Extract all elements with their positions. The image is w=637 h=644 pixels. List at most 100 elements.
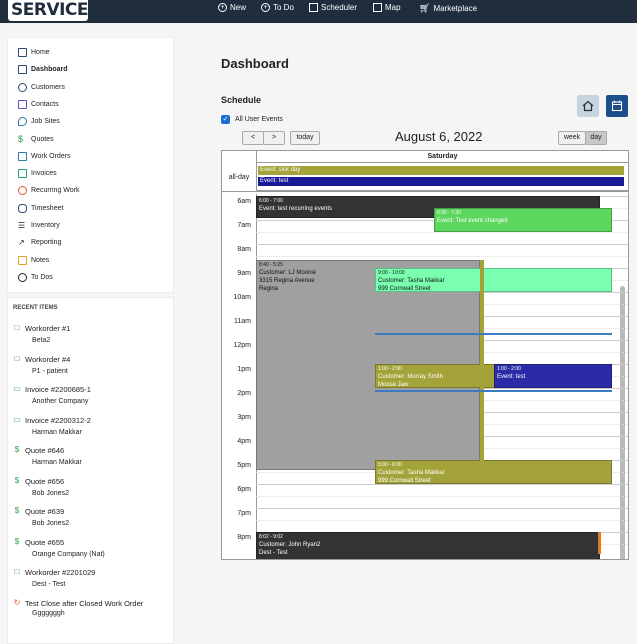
hour-label: 7pm bbox=[237, 510, 251, 517]
sidebar-item-recurring-work[interactable]: Recurring Work bbox=[18, 186, 80, 195]
recent-item[interactable]: $ Quote #655 Orange Company (Nat) bbox=[13, 537, 105, 559]
sidebar-item-quotes[interactable]: $ Quotes bbox=[18, 135, 54, 144]
page-title: Dashboard bbox=[221, 56, 289, 71]
trend-icon: ↗ bbox=[18, 238, 25, 247]
hour-label: 10am bbox=[233, 294, 251, 301]
document-icon: □ bbox=[14, 323, 20, 332]
calendar-event[interactable]: 1:00 - 2:00 Event: test bbox=[494, 364, 612, 388]
week-view-button[interactable]: week bbox=[558, 131, 586, 145]
half-hour-line bbox=[256, 256, 628, 257]
home-view-button[interactable] bbox=[577, 95, 599, 117]
sidebar-item-customers[interactable]: Customers bbox=[18, 83, 65, 92]
map-pin-icon bbox=[18, 117, 27, 126]
recent-item[interactable]: ↻ Test Close after Closed Work Order Ggggg… bbox=[13, 598, 163, 618]
event-marker bbox=[375, 333, 612, 335]
calendar-event[interactable]: 6:30 - 7:30 Event: Test event changed bbox=[434, 208, 612, 232]
sidebar-item-to-dos[interactable]: To Dos bbox=[18, 273, 53, 282]
sidebar-item-home[interactable]: Home bbox=[18, 48, 50, 57]
sidebar-item-dashboard[interactable]: Dashboard bbox=[18, 65, 68, 74]
nav-map[interactable]: Map bbox=[373, 3, 401, 12]
recent-item[interactable]: □ Workorder #1 Beta2 bbox=[13, 323, 71, 345]
sidebar-item-contacts[interactable]: Contacts bbox=[18, 100, 59, 109]
calendar-event[interactable]: 1:00 - 2:00 Customer: Murray Smith Moose J… bbox=[375, 364, 495, 388]
prev-button[interactable]: < bbox=[242, 131, 264, 145]
cart-icon: 🛒︎ bbox=[419, 3, 431, 13]
recent-items-panel: RECENT ITEMS □ Workorder #1 Beta2 □ Workord… bbox=[7, 297, 174, 644]
dollar-icon: $ bbox=[14, 445, 20, 454]
sidebar-item-work-orders[interactable]: Work Orders bbox=[18, 152, 71, 161]
all-day-label: all-day bbox=[222, 163, 256, 192]
recent-item[interactable]: $ Quote #639 Bob Jones2 bbox=[13, 506, 69, 528]
document-icon: □ bbox=[14, 354, 20, 363]
nav-scheduler[interactable]: Scheduler bbox=[309, 3, 357, 12]
today-button[interactable]: today bbox=[290, 131, 320, 145]
hour-label: 3pm bbox=[237, 414, 251, 421]
day-header: Saturday bbox=[256, 151, 628, 163]
top-navbar: SERVICEBOX + New + To Do Scheduler Map 🛒︎ M… bbox=[0, 0, 637, 23]
users-icon bbox=[18, 83, 27, 92]
next-button[interactable]: > bbox=[263, 131, 285, 145]
app-logo[interactable]: SERVICEBOX bbox=[8, 0, 127, 21]
calendar-event[interactable]: 9:00 - 10:00 Customer: Tasha Makkar 999 Co… bbox=[375, 268, 612, 292]
hour-line bbox=[256, 508, 628, 509]
hour-label: 6pm bbox=[237, 486, 251, 493]
plus-circle-icon: + bbox=[261, 3, 270, 12]
sidebar-item-notes[interactable]: Notes bbox=[18, 256, 49, 265]
calendar-icon bbox=[309, 3, 318, 12]
hour-label: 2pm bbox=[237, 390, 251, 397]
all-day-event[interactable]: Event: sick day bbox=[258, 166, 624, 175]
dollar-icon: $ bbox=[14, 506, 20, 515]
nav-new[interactable]: + New bbox=[218, 3, 246, 12]
all-day-cell: Event: sick day Event: test bbox=[256, 163, 628, 192]
all-day-event[interactable]: Event: test bbox=[258, 177, 624, 186]
recent-item[interactable]: ▭ Invoice #2200685-1 Another Company bbox=[13, 384, 91, 406]
hour-label: 4pm bbox=[237, 438, 251, 445]
hour-label: 1pm bbox=[237, 366, 251, 373]
hour-label: 11am bbox=[234, 318, 251, 325]
dollar-icon: $ bbox=[14, 476, 20, 485]
all-user-events-checkbox[interactable]: ✓ bbox=[221, 115, 230, 124]
time-grid: 6am 7am 8am 9am 10am 11am 12pm 1pm 2pm 3pm 4pm 5pm 6… bbox=[222, 194, 628, 559]
sidebar-item-invoices[interactable]: Invoices bbox=[18, 169, 57, 178]
hour-label: 9am bbox=[237, 270, 251, 277]
calendar-event[interactable]: 5:00 - 6:00 Customer: Tasha Makkar 999 Cor… bbox=[375, 460, 612, 484]
sidebar-item-job-sites[interactable]: Job Sites bbox=[18, 117, 60, 126]
sidebar: Home Dashboard Customers Contacts Job Si… bbox=[7, 37, 174, 293]
hour-line bbox=[256, 244, 628, 245]
sidebar-item-timesheet[interactable]: Timesheet bbox=[18, 204, 63, 213]
sidebar-item-reporting[interactable]: ↗ Reporting bbox=[18, 238, 61, 247]
recent-item[interactable]: □ Workorder #2201029 Dest - Test bbox=[13, 567, 96, 589]
recent-item[interactable]: $ Quote #646 Harman Makkar bbox=[13, 445, 82, 467]
calendar-date: August 6, 2022 bbox=[395, 129, 483, 144]
day-calendar: Saturday all-day Event: sick day Event: … bbox=[221, 150, 629, 560]
map-icon bbox=[373, 3, 382, 12]
invoice-icon bbox=[18, 169, 27, 178]
half-hour-line bbox=[256, 232, 628, 233]
event-marker bbox=[598, 532, 601, 554]
home-icon bbox=[18, 48, 27, 57]
recurring-icon: ↻ bbox=[13, 598, 21, 607]
half-hour-line bbox=[256, 520, 628, 521]
sidebar-item-inventory[interactable]: ☰ Inventory bbox=[18, 221, 60, 230]
dashboard-icon bbox=[18, 65, 27, 74]
hour-label: 7am bbox=[237, 222, 251, 229]
hour-label: 8pm bbox=[237, 534, 251, 541]
note-icon bbox=[18, 256, 27, 265]
half-hour-line bbox=[256, 496, 628, 497]
calendar-event[interactable]: 8:02 - 9:02 Customer: John Ryan2 Dest - Te… bbox=[256, 532, 600, 559]
invoice-icon: ▭ bbox=[13, 384, 21, 393]
all-user-events-toggle[interactable]: ✓ All User Events bbox=[221, 115, 283, 124]
calendar-view-button[interactable] bbox=[606, 95, 628, 117]
schedule-title: Schedule bbox=[221, 95, 262, 105]
dollar-icon: $ bbox=[14, 537, 20, 546]
recent-item[interactable]: ▭ Invoice #2200312-2 Harman Makkar bbox=[13, 416, 91, 437]
watch-icon bbox=[18, 204, 27, 213]
nav-marketplace[interactable]: 🛒︎ Marketplace bbox=[419, 3, 477, 14]
recent-items-title: RECENT ITEMS bbox=[13, 305, 58, 311]
document-icon: □ bbox=[14, 567, 20, 576]
nav-todo[interactable]: + To Do bbox=[261, 3, 294, 12]
day-view-button[interactable]: day bbox=[585, 131, 607, 145]
calendar-icon bbox=[611, 100, 623, 112]
recent-item[interactable]: □ Workorder #4 P1 - patient bbox=[13, 354, 71, 376]
recent-item[interactable]: $ Quote #656 Bob Jones2 bbox=[13, 476, 69, 498]
